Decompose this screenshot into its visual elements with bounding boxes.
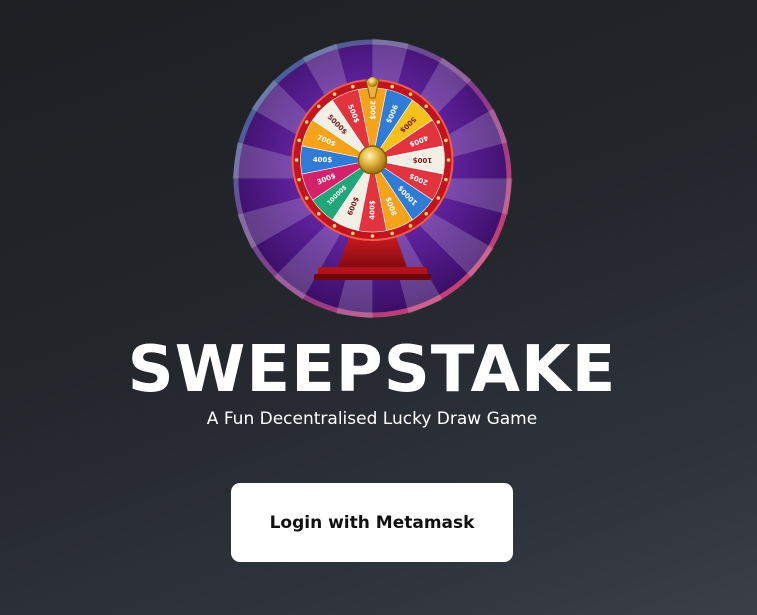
rim-light: [351, 84, 355, 89]
rim-light: [304, 120, 309, 124]
rim-light: [424, 104, 429, 109]
rim-light: [446, 158, 451, 162]
rim-light: [408, 224, 413, 228]
rim-light: [424, 211, 429, 216]
prize-wheel-icon: 200$ 900$500$400$100$200$1000$800$400$600…: [232, 38, 513, 319]
rim-light: [370, 234, 375, 238]
rim-light: [332, 92, 337, 96]
wheel-hub: [357, 145, 388, 175]
rim-light: [444, 138, 448, 143]
rim-light: [351, 231, 355, 236]
wheel-label: 400$: [313, 156, 333, 164]
rim-light: [444, 177, 448, 182]
wheel-label: 200$: [369, 100, 377, 120]
rim-light: [297, 138, 301, 143]
rim-light: [294, 158, 299, 162]
wheel-label: 400$: [369, 200, 377, 220]
sweepstake-logo: 200$ 900$ 500$ 400$ 100$ 200$ 1000$ 800$ 400$ 600…: [232, 38, 513, 319]
login-metamask-button[interactable]: Login with Metamask: [231, 483, 513, 562]
rim-light: [390, 84, 394, 89]
rim-light: [297, 177, 301, 182]
wheel-label: 100$: [413, 156, 433, 164]
rim-light: [304, 196, 309, 200]
rim-light: [408, 92, 413, 96]
rim-light: [316, 104, 321, 109]
app-title: SWEEPSTAKE: [127, 333, 617, 407]
rim-light: [332, 224, 337, 228]
rim-light: [390, 231, 394, 236]
app-subtitle: A Fun Decentralised Lucky Draw Game: [206, 409, 538, 429]
rim-light: [316, 211, 321, 216]
rim-light: [436, 120, 441, 124]
rim-light: [436, 196, 441, 200]
